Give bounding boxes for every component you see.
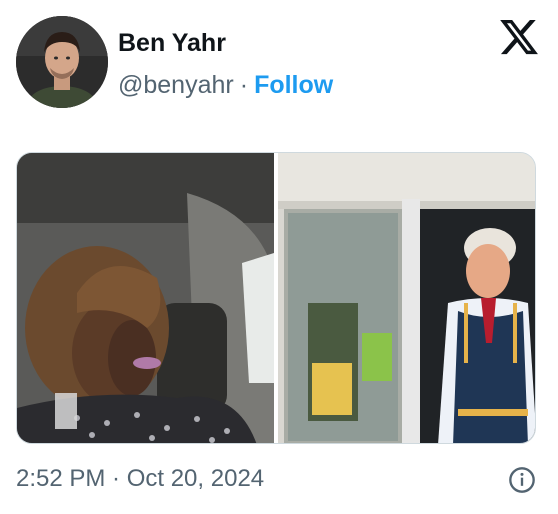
tweet-card: Ben Yahr @benyahr · Follow 2:52 PM · Oct…: [0, 0, 558, 514]
author-handle-row: @benyahr · Follow: [118, 70, 333, 100]
tweet-footer: 2:52 PM · Oct 20, 2024: [16, 462, 542, 496]
photo-drive-thru-window[interactable]: [278, 153, 535, 443]
timestamp[interactable]: 2:52 PM · Oct 20, 2024: [16, 464, 264, 494]
photo-person-in-car[interactable]: [17, 153, 274, 443]
x-logo-icon[interactable]: [498, 16, 540, 58]
author-name[interactable]: Ben Yahr: [118, 28, 226, 58]
tweet-media[interactable]: [16, 152, 536, 444]
author-handle[interactable]: @benyahr: [118, 71, 234, 99]
info-icon[interactable]: [508, 466, 536, 494]
avatar[interactable]: [16, 16, 108, 108]
avatar-image: [16, 16, 108, 108]
follow-button[interactable]: Follow: [254, 71, 333, 99]
tweet-header: Ben Yahr @benyahr · Follow: [16, 16, 542, 108]
separator-dot: ·: [239, 71, 249, 99]
